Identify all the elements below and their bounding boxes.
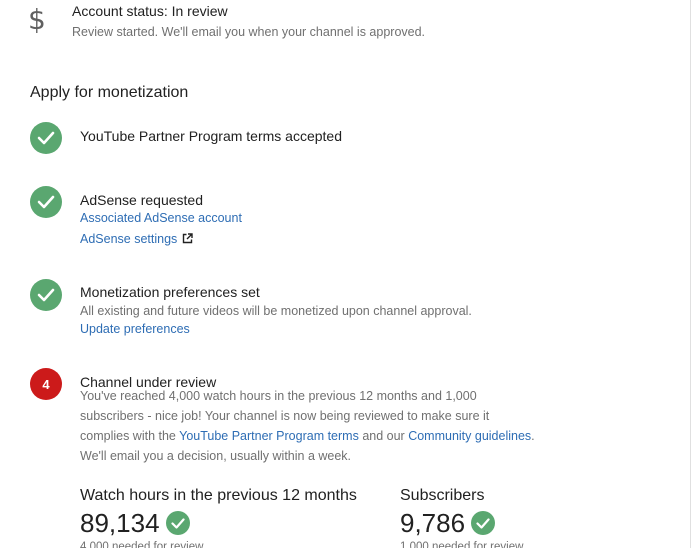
external-link-icon[interactable] — [182, 232, 193, 248]
step-description: All existing and future videos will be m… — [80, 304, 472, 318]
review-line: subscribers - nice job! Your channel is … — [80, 409, 490, 423]
step-number: 4 — [42, 376, 50, 392]
metric-label: Watch hours in the previous 12 months — [80, 487, 357, 504]
dollar-icon: $ — [28, 3, 46, 36]
check-icon — [30, 186, 62, 218]
check-icon — [471, 511, 496, 535]
metric-value-row: 9,786 — [400, 508, 496, 538]
review-description: You've reached 4,000 watch hours in the … — [80, 386, 580, 466]
monetization-page: $ Account status: In review Review start… — [0, 0, 691, 548]
review-text: . — [531, 429, 535, 443]
step-title: YouTube Partner Program terms accepted — [80, 128, 342, 144]
adsense-settings-label[interactable]: AdSense settings — [80, 232, 177, 246]
metric-note: 4,000 needed for review — [80, 541, 204, 548]
check-icon — [165, 511, 190, 535]
section-title: Apply for monetization — [30, 84, 189, 101]
metric-value: 9,786 — [400, 508, 466, 538]
review-line: You've reached 4,000 watch hours in the … — [80, 389, 477, 403]
account-status-subtitle: Review started. We'll email you when you… — [72, 25, 426, 39]
check-icon — [30, 279, 62, 311]
partner-program-terms-link[interactable]: YouTube Partner Program terms — [179, 429, 359, 443]
review-line: We'll email you a decision, usually with… — [80, 449, 352, 463]
update-preferences-link[interactable]: Update preferences — [80, 321, 190, 337]
associated-adsense-link[interactable]: Associated AdSense account — [80, 210, 242, 226]
community-guidelines-link[interactable]: Community guidelines — [408, 429, 531, 443]
account-status-title: Account status: In review — [72, 3, 228, 19]
adsense-settings-link[interactable]: AdSense settings — [80, 231, 193, 248]
watch-hours-metric: Watch hours in the previous 12 months 89… — [80, 486, 357, 548]
review-line: complies with the YouTube Partner Progra… — [80, 426, 580, 446]
review-text: and our — [358, 429, 409, 443]
subscribers-metric: Subscribers 9,786 1,000 needed for revie… — [400, 486, 523, 548]
metric-note: 1,000 needed for review — [400, 541, 524, 548]
step-title: AdSense requested — [80, 192, 203, 208]
metric-value-row: 89,134 — [80, 508, 190, 538]
step-title: Monetization preferences set — [80, 284, 260, 300]
metric-label: Subscribers — [400, 487, 485, 504]
review-text: complies with the — [80, 429, 180, 443]
metric-value: 89,134 — [80, 508, 160, 538]
step-number-badge: 4 — [30, 368, 62, 400]
check-icon — [30, 122, 62, 154]
